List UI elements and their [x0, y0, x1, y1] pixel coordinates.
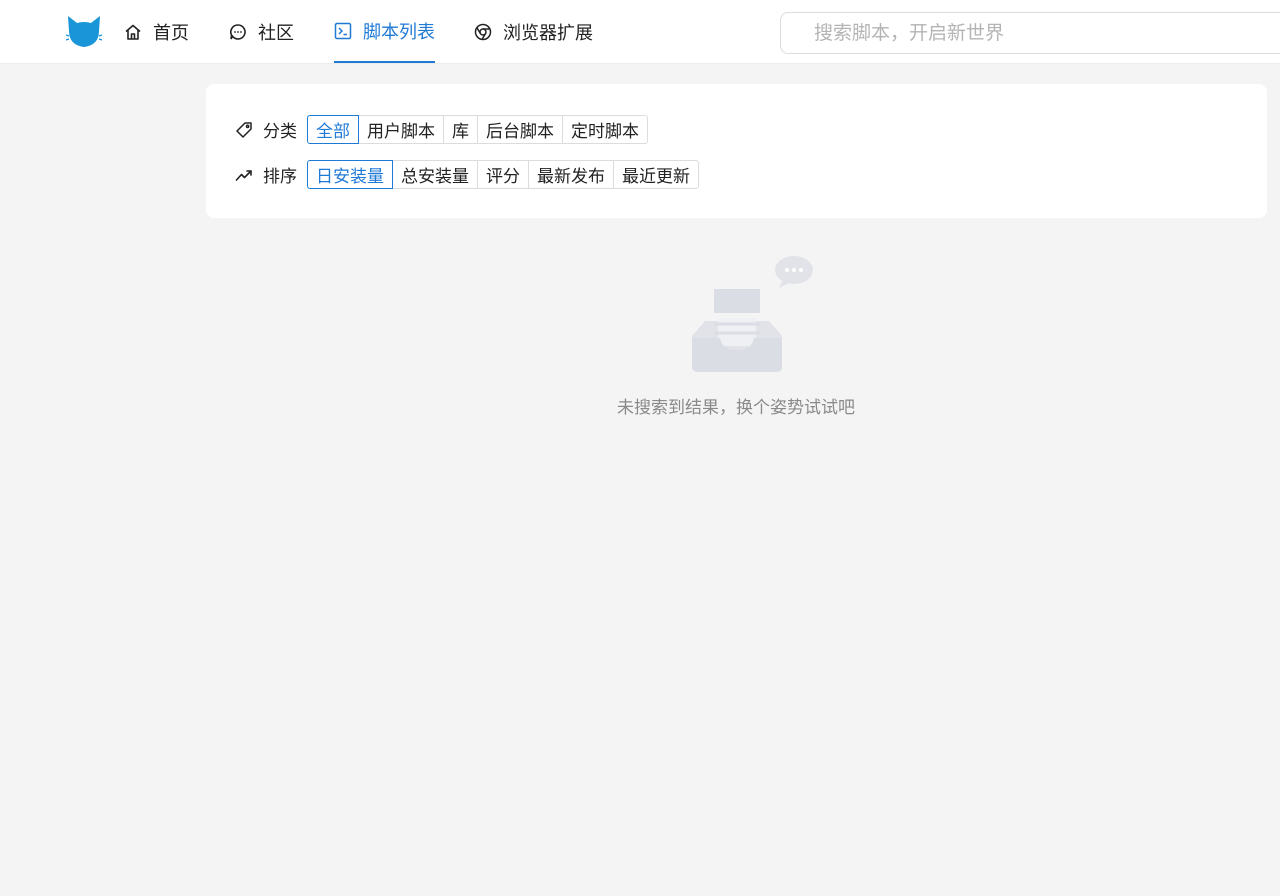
- sort-option-recently-updated[interactable]: 最近更新: [613, 160, 699, 189]
- sort-option-daily-installs[interactable]: 日安装量: [307, 160, 393, 189]
- category-options: 全部 用户脚本 库 后台脚本 定时脚本: [307, 115, 648, 144]
- search-input[interactable]: [780, 12, 1280, 54]
- nav-item-home[interactable]: 首页: [124, 0, 189, 63]
- sort-option-total-installs[interactable]: 总安装量: [392, 160, 478, 189]
- category-filter-row: 分类 全部 用户脚本 库 后台脚本 定时脚本: [235, 115, 648, 144]
- nav-item-browser-extension[interactable]: 浏览器扩展: [474, 0, 593, 63]
- nav-item-community[interactable]: 社区: [229, 0, 294, 63]
- top-navbar: 首页 社区 脚本列表 浏览器扩展 搜索脚本，开启新世界: [0, 0, 1280, 64]
- category-option-background-script[interactable]: 后台脚本: [477, 115, 563, 144]
- empty-inbox-icon: [692, 256, 813, 372]
- nav-label: 社区: [258, 22, 294, 44]
- sort-label: 排序: [263, 167, 297, 187]
- sort-options: 日安装量 总安装量 评分 最新发布 最近更新: [307, 160, 699, 189]
- nav-label: 首页: [153, 22, 189, 44]
- terminal-icon: [334, 22, 352, 40]
- empty-state-message: 未搜索到结果，换个姿势试试吧: [617, 398, 855, 418]
- filter-panel: 分类 全部 用户脚本 库 后台脚本 定时脚本 排序 日安装量 总安装量 评分 最…: [206, 84, 1267, 218]
- sort-option-rating[interactable]: 评分: [477, 160, 529, 189]
- category-option-user-script[interactable]: 用户脚本: [358, 115, 444, 144]
- category-option-all[interactable]: 全部: [307, 115, 359, 144]
- category-label: 分类: [263, 122, 297, 142]
- category-option-library[interactable]: 库: [443, 115, 478, 144]
- chat-bubble-icon: [229, 23, 247, 41]
- nav-item-script-list[interactable]: 脚本列表: [334, 0, 435, 63]
- home-icon: [124, 23, 142, 41]
- trending-up-icon: [235, 166, 253, 184]
- sort-filter-row: 排序 日安装量 总安装量 评分 最新发布 最近更新: [235, 160, 699, 189]
- sort-option-newest[interactable]: 最新发布: [528, 160, 614, 189]
- nav-label: 浏览器扩展: [503, 22, 593, 44]
- cat-logo-icon[interactable]: [66, 15, 102, 49]
- tag-icon: [235, 121, 253, 139]
- nav-label: 脚本列表: [363, 21, 435, 43]
- chrome-icon: [474, 23, 492, 41]
- category-option-scheduled-script[interactable]: 定时脚本: [562, 115, 648, 144]
